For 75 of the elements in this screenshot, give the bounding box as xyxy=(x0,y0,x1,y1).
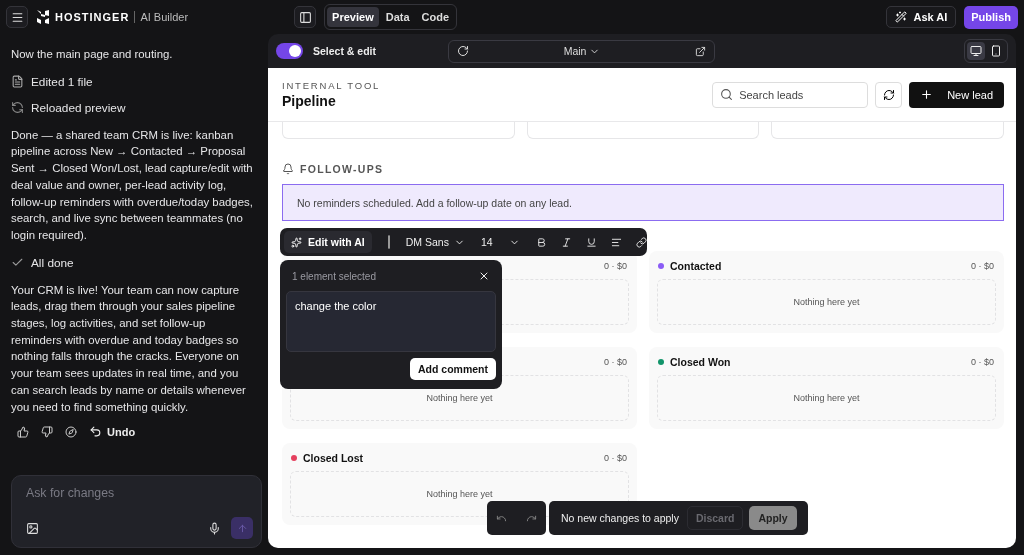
column-summary: 0 · $0 xyxy=(604,453,627,463)
view-tab[interactable]: Code xyxy=(416,7,455,27)
step-label: Edited 1 file xyxy=(31,74,93,89)
menu-icon xyxy=(10,10,24,24)
sidebar-icon xyxy=(298,10,312,24)
empty-text: Nothing here yet xyxy=(426,393,493,403)
phone-icon xyxy=(990,45,1002,57)
external-link-icon[interactable] xyxy=(695,45,706,57)
undo-icon xyxy=(89,425,102,439)
thumbs-up-icon[interactable] xyxy=(17,425,29,438)
column-title: Closed Won xyxy=(670,356,731,368)
bold-icon[interactable] xyxy=(535,236,547,248)
page-selector[interactable]: Main xyxy=(563,45,601,57)
edit-with-ai-button[interactable]: Edit with AI xyxy=(284,231,372,253)
empty-text: Nothing here yet xyxy=(793,297,860,307)
new-lead-button[interactable]: New lead xyxy=(909,81,1004,108)
column-title: Closed Lost xyxy=(303,452,364,464)
font-selector[interactable]: DM Sans xyxy=(405,236,465,248)
reminder-notice: No reminders scheduled. Add a follow-up date on any lead. xyxy=(282,184,1004,221)
search-field[interactable]: Search leads xyxy=(712,81,869,108)
close-button[interactable] xyxy=(478,270,490,282)
ask-ai-button[interactable]: Ask AI xyxy=(886,6,957,28)
monitor-icon xyxy=(970,45,982,57)
align-left-icon[interactable] xyxy=(610,236,622,248)
step-label: Reloaded preview xyxy=(31,100,126,115)
chat-input[interactable]: Ask for changes xyxy=(26,486,253,500)
logo-icon xyxy=(36,10,50,24)
changes-message: No new changes to apply xyxy=(561,512,679,524)
select-edit-toggle[interactable] xyxy=(276,43,303,59)
refresh-icon xyxy=(882,88,895,101)
page-eyebrow: INTERNAL TOOL xyxy=(282,80,381,91)
column-title: Contacted xyxy=(670,260,722,272)
menu-button[interactable] xyxy=(6,6,28,28)
bell-icon xyxy=(282,163,294,175)
toggle-label: Select & edit xyxy=(313,45,377,57)
thumbs-down-icon[interactable] xyxy=(41,425,53,438)
chat-message: Your CRM is live! Your team can now capture leads, drag them through your sales pipeline stages, log activities, and set follow-up reminders with overdue and today badges so nothing falls through the cracks. Everyone on your team sees updates in real time, and you can search leads by name or details whenever you need to find something quickly. xyxy=(11,282,247,415)
publish-button[interactable]: Publish xyxy=(964,5,1018,29)
step-label: All done xyxy=(31,255,74,270)
page-title: Pipeline xyxy=(282,93,337,109)
link-icon[interactable] xyxy=(635,236,647,248)
section-heading: FOLLOW-UPS xyxy=(300,163,384,175)
arrow-up-icon xyxy=(236,522,248,534)
empty-text: Nothing here yet xyxy=(426,489,493,499)
empty-text: Nothing here yet xyxy=(793,393,860,403)
refresh-button[interactable] xyxy=(875,81,903,108)
column-summary: 0 · $0 xyxy=(971,357,994,367)
plus-icon xyxy=(920,88,934,101)
reload-icon[interactable] xyxy=(457,45,470,57)
view-tab[interactable]: Data xyxy=(380,7,415,27)
color-swatch[interactable] xyxy=(387,235,390,249)
sidebar-toggle-button[interactable] xyxy=(294,6,317,28)
column-summary: 0 · $0 xyxy=(604,261,627,271)
add-comment-button[interactable]: Add comment xyxy=(410,358,496,380)
sparkles-icon xyxy=(291,236,302,248)
compass-icon[interactable] xyxy=(65,425,77,438)
reload-icon xyxy=(11,101,24,115)
microphone-icon[interactable] xyxy=(208,521,221,535)
underline-icon[interactable] xyxy=(585,236,597,248)
size-selector[interactable]: 14 xyxy=(480,236,520,248)
chat-message: Done — a shared team CRM is live: kanban pipeline across New → Contacted → Proposal Sent → Closed Won/Lost, lead capture/edit with deal value and owner, per-lead activity log, follow-up reminders with overdue/today badges, search, and live sync between teammates (no login required). xyxy=(11,127,254,243)
view-tab[interactable]: Preview xyxy=(327,7,379,27)
file-icon xyxy=(11,75,24,89)
undo-button[interactable]: Undo xyxy=(89,425,136,439)
product-name: AI Builder xyxy=(134,11,189,23)
column-summary: 0 · $0 xyxy=(604,357,627,367)
brand-name: HOSTINGER xyxy=(55,11,130,23)
chat-message: Now the main page and routing. xyxy=(11,47,174,62)
selection-count: 1 element selected xyxy=(292,270,376,282)
comment-field[interactable]: change the color xyxy=(286,291,496,352)
wand-icon xyxy=(895,11,908,23)
monitor-button[interactable] xyxy=(967,42,985,60)
italic-icon[interactable] xyxy=(560,236,572,248)
image-icon[interactable] xyxy=(26,521,39,535)
column-summary: 0 · $0 xyxy=(971,261,994,271)
